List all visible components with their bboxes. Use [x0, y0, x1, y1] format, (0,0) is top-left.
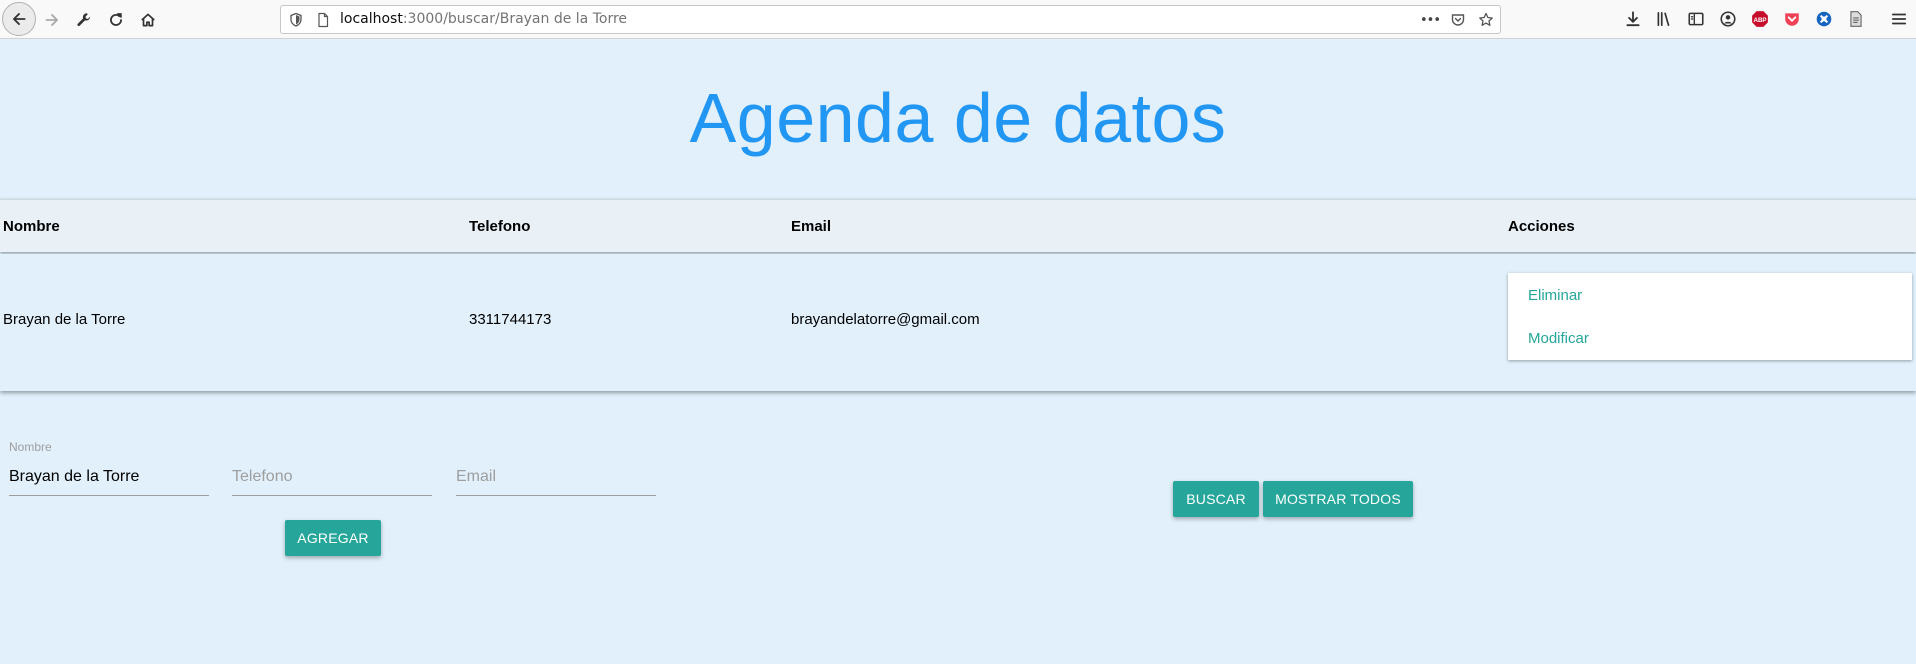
reload-button[interactable] [100, 4, 132, 36]
developer-tools-button[interactable] [68, 4, 100, 36]
home-icon [141, 13, 155, 27]
email-field-group [456, 438, 656, 497]
forward-button[interactable] [36, 4, 68, 36]
eliminar-link[interactable]: Eliminar [1528, 287, 1582, 304]
table-row: Brayan de la Torre 3311744173 brayandela… [0, 254, 1916, 391]
wrench-icon [77, 13, 91, 27]
cell-email: brayandelatorre@gmail.com [791, 311, 980, 328]
library-icon[interactable] [1655, 10, 1673, 28]
reader-icon[interactable] [1847, 10, 1865, 28]
buscar-button[interactable]: BUSCAR [1173, 481, 1259, 517]
url-path: :3000/buscar/Brayan de la Torre [402, 11, 628, 27]
mostrar-todos-button[interactable]: MOSTRAR TODOS [1263, 481, 1413, 517]
nombre-input[interactable] [9, 458, 209, 496]
adblock-label: ABP [1753, 17, 1766, 24]
modificar-link[interactable]: Modificar [1528, 330, 1589, 347]
pocket-icon[interactable] [1783, 10, 1801, 28]
column-header-nombre: Nombre [3, 218, 60, 235]
download-icon[interactable] [1624, 10, 1642, 28]
cell-nombre: Brayan de la Torre [3, 311, 126, 328]
url-host: localhost [340, 11, 403, 27]
page-title: Agenda de datos [689, 79, 1227, 157]
adblock-icon[interactable]: ABP [1751, 10, 1769, 28]
bookmark-star-icon[interactable] [1477, 11, 1495, 29]
home-button[interactable] [132, 4, 164, 36]
url-bar[interactable]: localhost:3000/buscar/Brayan de la Torre… [280, 5, 1501, 34]
sidebar-icon[interactable] [1687, 10, 1705, 28]
cell-telefono: 3311744173 [469, 311, 552, 328]
back-button[interactable] [2, 2, 36, 36]
column-header-acciones: Acciones [1508, 218, 1575, 235]
contacts-table: Nombre Telefono Email Acciones Brayan de… [0, 199, 1916, 391]
telefono-input[interactable] [232, 458, 432, 496]
browser-toolbar: localhost:3000/buscar/Brayan de la Torre… [0, 0, 1916, 39]
nombre-field-label: Nombre [9, 440, 52, 454]
table-header: Nombre Telefono Email Acciones [0, 199, 1916, 252]
back-arrow-icon [13, 13, 26, 25]
url-text[interactable]: localhost:3000/buscar/Brayan de la Torre [340, 11, 627, 27]
actions-collection: Eliminar Modificar [1508, 273, 1912, 360]
page-actions-icon[interactable]: ••• [1419, 11, 1441, 29]
column-header-email: Email [791, 218, 832, 235]
agregar-button[interactable]: AGREGAR [285, 520, 381, 556]
account-icon[interactable] [1719, 10, 1737, 28]
extension-icon[interactable] [1815, 10, 1833, 28]
tracking-protection-icon[interactable] [287, 11, 305, 29]
column-header-telefono: Telefono [469, 218, 531, 235]
reload-icon [110, 13, 122, 26]
pocket-save-icon[interactable] [1449, 11, 1467, 29]
nombre-field-group: Nombre [9, 438, 209, 497]
menu-icon[interactable] [1890, 10, 1908, 28]
page-info-icon[interactable] [314, 11, 332, 29]
forward-arrow-icon [45, 14, 58, 26]
telefono-field-group [232, 438, 432, 497]
email-input[interactable] [456, 458, 656, 496]
